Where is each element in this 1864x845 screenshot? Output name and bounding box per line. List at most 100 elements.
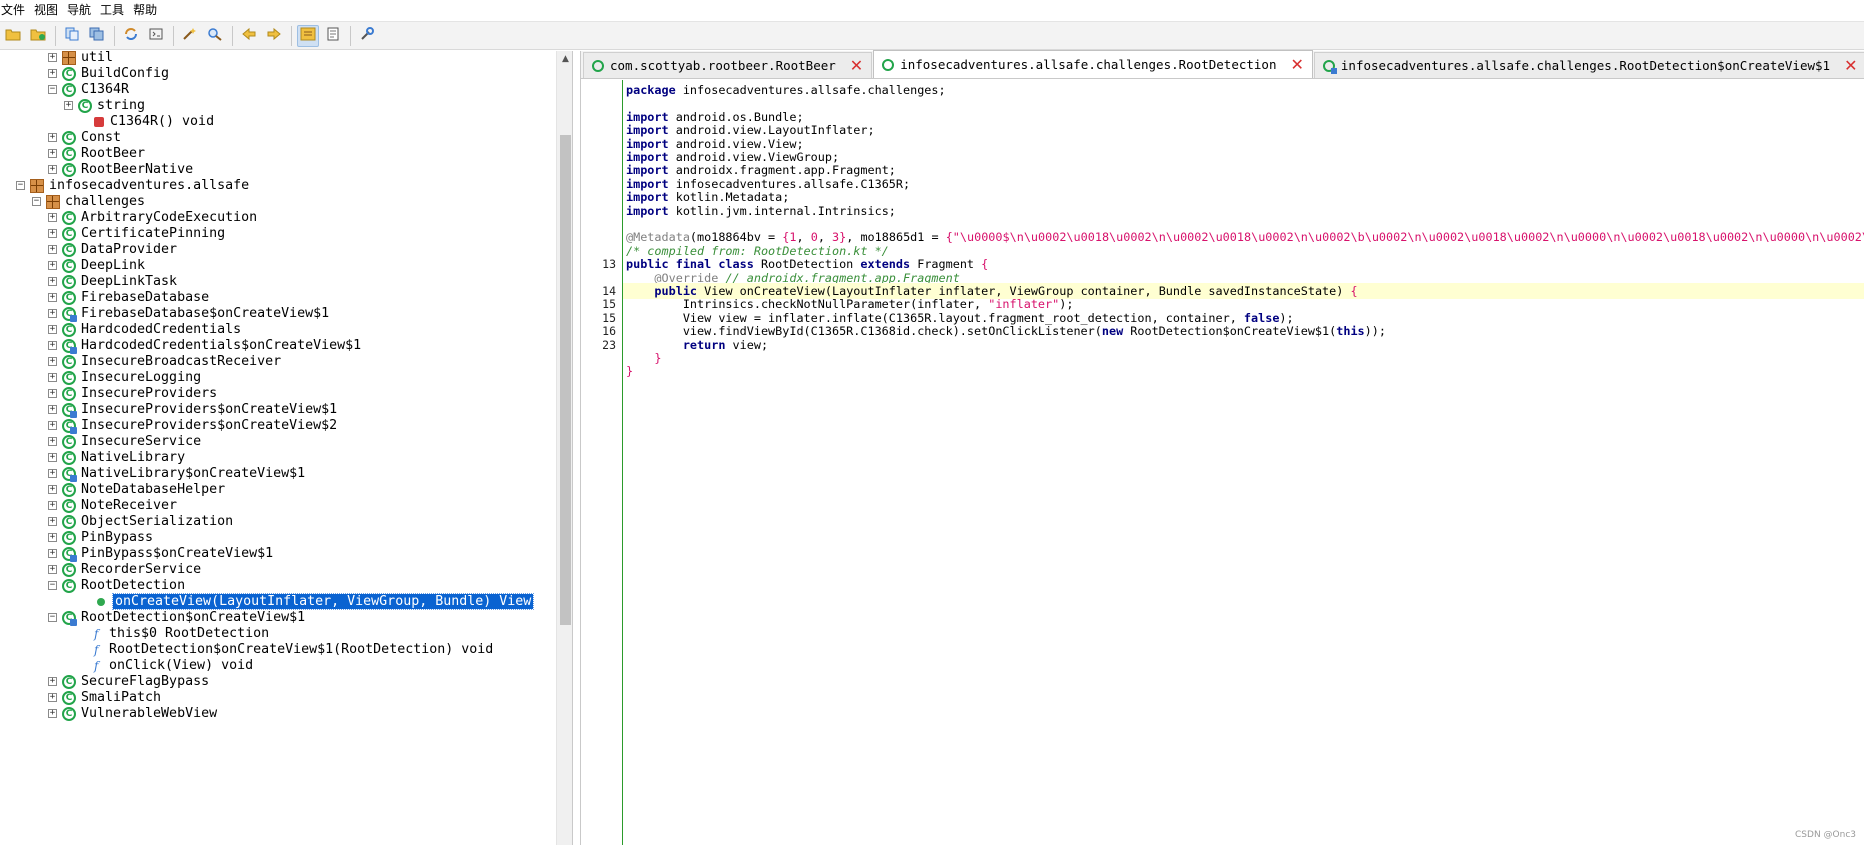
expand-icon[interactable]: +: [48, 469, 57, 478]
inner-class-icon: C: [62, 546, 77, 562]
line-number: 23: [602, 337, 616, 352]
expand-icon[interactable]: +: [48, 69, 57, 78]
menu-item-2[interactable]: 导航: [67, 0, 96, 21]
expand-icon[interactable]: +: [48, 357, 57, 366]
collapse-icon[interactable]: −: [48, 613, 57, 622]
tree-node-label: NoteDatabaseHelper: [81, 482, 226, 497]
expand-icon[interactable]: +: [48, 149, 57, 158]
expand-icon[interactable]: +: [48, 213, 57, 222]
class-icon: [1322, 59, 1337, 74]
expand-icon[interactable]: +: [48, 421, 57, 430]
scroll-up-icon[interactable]: ▲: [557, 51, 572, 67]
expand-icon[interactable]: +: [48, 693, 57, 702]
project-tree-panel: + util + C BuildConfig − C C1364R + Cstring C1364R…: [0, 51, 573, 845]
collapse-icon[interactable]: −: [48, 85, 57, 94]
menu-item-0[interactable]: 文件: [1, 0, 30, 21]
tree-scrollbar[interactable]: ▲: [556, 51, 572, 845]
expand-icon[interactable]: +: [48, 261, 57, 270]
code-line[interactable]: }: [623, 363, 1864, 379]
forward-button[interactable]: [263, 25, 285, 47]
expand-icon[interactable]: +: [48, 165, 57, 174]
toolbar-separator: [350, 25, 351, 46]
expand-icon[interactable]: +: [48, 53, 57, 62]
preferences-icon: [359, 27, 375, 44]
tree-node-label: FirebaseDatabase: [81, 290, 210, 305]
expand-icon[interactable]: +: [48, 533, 57, 542]
open-button[interactable]: [2, 25, 24, 47]
tree-node-label: SmaliPatch: [81, 690, 162, 705]
class-icon: C: [62, 290, 76, 305]
expand-icon[interactable]: +: [48, 389, 57, 398]
class-icon: C: [62, 514, 76, 529]
editor-tab[interactable]: infosecadventures.allsafe.challenges.Roo…: [873, 50, 1313, 78]
menu-item-3[interactable]: 工具: [100, 0, 129, 21]
member-icon: f: [94, 642, 99, 657]
expand-icon[interactable]: +: [64, 101, 73, 110]
expand-icon[interactable]: +: [48, 245, 57, 254]
tree-node-label: onCreateView(LayoutInflater, ViewGroup, …: [111, 593, 535, 610]
class-icon: C: [62, 210, 76, 225]
magic-wand-button[interactable]: [179, 25, 201, 47]
expand-icon[interactable]: +: [48, 373, 57, 382]
tree-node-label: BuildConfig: [81, 66, 170, 81]
tree-node-label: this$0 RootDetection: [109, 626, 270, 641]
add-files-button[interactable]: [27, 25, 49, 47]
expand-icon[interactable]: +: [48, 677, 57, 686]
preferences-button[interactable]: [356, 25, 378, 47]
tree-node-label: InsecureLogging: [81, 370, 202, 385]
toolbar-separator: [291, 25, 292, 46]
tree-node-label: RootDetection$onCreateView$1: [81, 610, 306, 625]
expand-icon[interactable]: +: [48, 549, 57, 558]
sync-button[interactable]: [120, 25, 142, 47]
class-icon: C: [62, 146, 76, 161]
menubar: 文件 视图 导航 工具 帮助: [0, 0, 1864, 21]
menu-item-1[interactable]: 视图: [34, 0, 63, 21]
tree-node-label: InsecureBroadcastReceiver: [81, 354, 282, 369]
expand-icon[interactable]: +: [48, 293, 57, 302]
collapse-icon[interactable]: −: [32, 197, 41, 206]
expand-icon[interactable]: +: [48, 485, 57, 494]
forward-icon: [266, 27, 282, 44]
expand-icon[interactable]: +: [48, 277, 57, 286]
project-tree[interactable]: + util + C BuildConfig − C C1364R + Cstring C1364R…: [0, 51, 555, 845]
class-icon: C: [62, 434, 76, 449]
search-button[interactable]: [204, 25, 226, 47]
editor-tab[interactable]: infosecadventures.allsafe.challenges.Roo…: [1313, 52, 1864, 78]
log-viewer-button[interactable]: [322, 25, 344, 47]
copy-button[interactable]: [61, 25, 83, 47]
expand-icon[interactable]: +: [48, 517, 57, 526]
back-button[interactable]: [238, 25, 260, 47]
back-icon: [241, 27, 257, 44]
expand-icon[interactable]: +: [48, 501, 57, 510]
collapse-icon[interactable]: −: [16, 181, 25, 190]
tab-label: infosecadventures.allsafe.challenges.Roo…: [900, 57, 1277, 72]
close-tab-icon[interactable]: ✕: [1290, 56, 1303, 72]
decompile-button[interactable]: [145, 25, 167, 47]
editor-tab[interactable]: com.scottyab.rootbeer.RootBeer ✕: [583, 52, 873, 78]
expand-icon[interactable]: +: [48, 453, 57, 462]
expand-icon[interactable]: +: [48, 341, 57, 350]
tree-node[interactable]: + C VulnerableWebView: [48, 704, 217, 723]
expand-icon[interactable]: +: [48, 133, 57, 142]
close-tab-icon[interactable]: ✕: [850, 57, 863, 73]
tree-node-label: C1364R: [81, 82, 130, 97]
scrollbar-thumb[interactable]: [560, 135, 571, 625]
flatten-packages-button[interactable]: [297, 24, 319, 47]
expand-icon[interactable]: +: [48, 437, 57, 446]
toolbar-separator: [114, 25, 115, 46]
code-area[interactable]: package infosecadventures.allsafe.challe…: [623, 80, 1864, 845]
expand-icon[interactable]: +: [48, 325, 57, 334]
close-tab-icon[interactable]: ✕: [1844, 57, 1857, 73]
class-icon: C: [62, 354, 76, 369]
expand-icon[interactable]: +: [48, 565, 57, 574]
menu-item-4[interactable]: 帮助: [133, 0, 162, 21]
expand-icon[interactable]: +: [48, 405, 57, 414]
tree-node-label: challenges: [65, 194, 146, 209]
collapse-icon[interactable]: −: [48, 581, 57, 590]
expand-icon[interactable]: +: [48, 309, 57, 318]
save-all-button[interactable]: [86, 25, 108, 47]
expand-icon[interactable]: +: [48, 229, 57, 238]
expand-icon[interactable]: +: [48, 709, 57, 718]
